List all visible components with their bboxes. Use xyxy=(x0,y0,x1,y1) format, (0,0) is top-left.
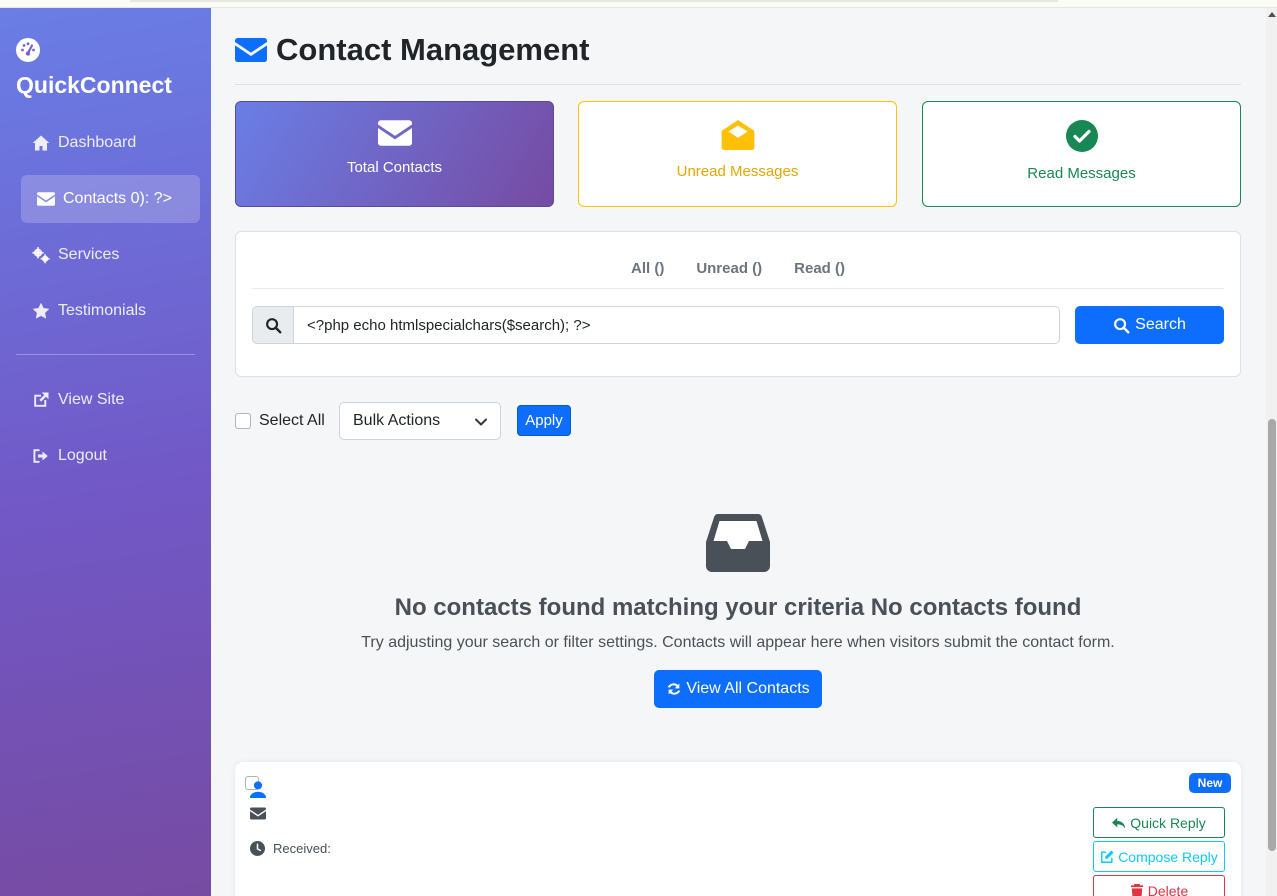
envelope-open-icon xyxy=(721,120,754,150)
contact-card: Received: New Quick Reply Compose Reply … xyxy=(235,762,1241,896)
view-all-contacts-button[interactable]: View All Contacts xyxy=(654,670,822,708)
stat-label: Total Contacts xyxy=(346,159,443,176)
envelope-icon xyxy=(37,192,55,206)
empty-state: No contacts found matching your criteria… xyxy=(235,514,1241,708)
check-circle-icon xyxy=(1065,120,1098,152)
scrollbar[interactable] xyxy=(1266,8,1277,896)
search-addon xyxy=(252,306,294,344)
browser-top-strip-line xyxy=(130,0,1058,2)
bulk-actions-selected: Bulk Actions xyxy=(353,412,441,429)
filter-tabs: All () Unread () Read () xyxy=(236,260,1240,277)
sidebar-item-dashboard[interactable]: Dashboard xyxy=(21,119,200,167)
new-badge: New xyxy=(1189,773,1231,793)
speedometer-icon xyxy=(16,38,40,62)
tab-read[interactable]: Read () xyxy=(794,260,845,277)
browser-top-strip xyxy=(0,0,1277,8)
search-icon xyxy=(265,317,281,333)
sidebar-item-view-site[interactable]: View Site xyxy=(21,376,200,424)
stat-card-total-contacts[interactable]: Total Contacts xyxy=(235,101,554,207)
stat-card-unread-messages[interactable]: Unread Messages xyxy=(578,101,897,207)
page-title: Contact Management xyxy=(235,32,589,68)
delete-button[interactable]: Delete xyxy=(1093,875,1225,896)
tab-all[interactable]: All () xyxy=(631,260,664,277)
reply-icon xyxy=(1112,817,1126,829)
apply-button[interactable]: Apply xyxy=(517,405,571,436)
sidebar-item-label: Logout xyxy=(58,447,107,464)
stat-label: Unread Messages xyxy=(676,163,799,180)
compose-reply-button[interactable]: Compose Reply xyxy=(1093,841,1225,872)
edit-icon xyxy=(1101,849,1114,863)
sidebar-item-logout[interactable]: Logout xyxy=(21,432,200,480)
select-all-label[interactable]: Select All xyxy=(259,412,325,430)
user-icon xyxy=(249,781,267,798)
received-label: Received: xyxy=(273,841,331,856)
sidebar-item-label: View Site xyxy=(58,391,125,408)
inbox-icon xyxy=(706,514,770,572)
tabs-divider xyxy=(252,288,1224,289)
page-title-text: Contact Management xyxy=(276,32,590,67)
quick-reply-label: Quick Reply xyxy=(1130,814,1206,831)
search-button-label: Search xyxy=(1135,316,1186,333)
bulk-actions-select[interactable]: Bulk Actions xyxy=(339,402,501,440)
search-group xyxy=(252,306,1060,344)
home-icon xyxy=(32,135,50,151)
compose-reply-label: Compose Reply xyxy=(1118,848,1218,865)
empty-state-heading: No contacts found matching your criteria… xyxy=(394,594,1082,621)
sign-out-icon xyxy=(33,449,48,463)
sidebar-divider xyxy=(16,354,195,355)
envelope-icon xyxy=(377,120,412,146)
quick-reply-button[interactable]: Quick Reply xyxy=(1093,807,1225,838)
empty-state-message: Try adjusting your search or filter sett… xyxy=(361,634,1115,651)
sidebar: QuickConnect Dashboard Contacts 0): ?> S… xyxy=(0,8,211,896)
main-content: Contact Management Total Contacts Unread… xyxy=(211,8,1266,896)
external-link-icon xyxy=(34,392,49,407)
search-icon xyxy=(1114,317,1130,333)
sidebar-item-label: Dashboard xyxy=(58,134,137,151)
scroll-up-arrow-icon[interactable] xyxy=(1268,12,1276,17)
bulk-actions-row: Select All Bulk Actions Apply xyxy=(235,402,571,440)
scrollbar-thumb[interactable] xyxy=(1268,419,1276,851)
search-input[interactable] xyxy=(294,306,1060,344)
brand-name: QuickConnect xyxy=(16,72,172,98)
search-button[interactable]: Search xyxy=(1075,306,1224,344)
stat-card-read-messages[interactable]: Read Messages xyxy=(922,101,1241,207)
sidebar-item-label: Testimonials xyxy=(58,302,147,319)
tab-unread[interactable]: Unread () xyxy=(696,260,762,277)
clock-icon xyxy=(250,841,265,856)
filter-card: All () Unread () Read () Search xyxy=(235,231,1241,377)
envelope-icon xyxy=(250,807,266,820)
view-all-contacts-label: View All Contacts xyxy=(686,680,810,697)
refresh-icon xyxy=(668,683,681,695)
sidebar-item-contacts[interactable]: Contacts 0): ?> xyxy=(21,175,200,223)
chevron-down-icon xyxy=(475,418,487,426)
stat-label: Read Messages xyxy=(1027,165,1136,182)
select-all-checkbox[interactable] xyxy=(235,413,251,429)
sidebar-item-services[interactable]: Services xyxy=(21,231,200,279)
envelope-icon xyxy=(235,38,267,62)
sidebar-item-testimonials[interactable]: Testimonials xyxy=(21,287,200,335)
title-divider xyxy=(235,84,1241,85)
delete-label: Delete xyxy=(1147,882,1189,896)
star-icon xyxy=(32,302,50,319)
sidebar-item-label: Services xyxy=(58,246,120,263)
sidebar-item-label: Contacts 0): ?> xyxy=(63,190,172,207)
trash-icon xyxy=(1130,883,1143,896)
gears-icon xyxy=(32,247,50,264)
